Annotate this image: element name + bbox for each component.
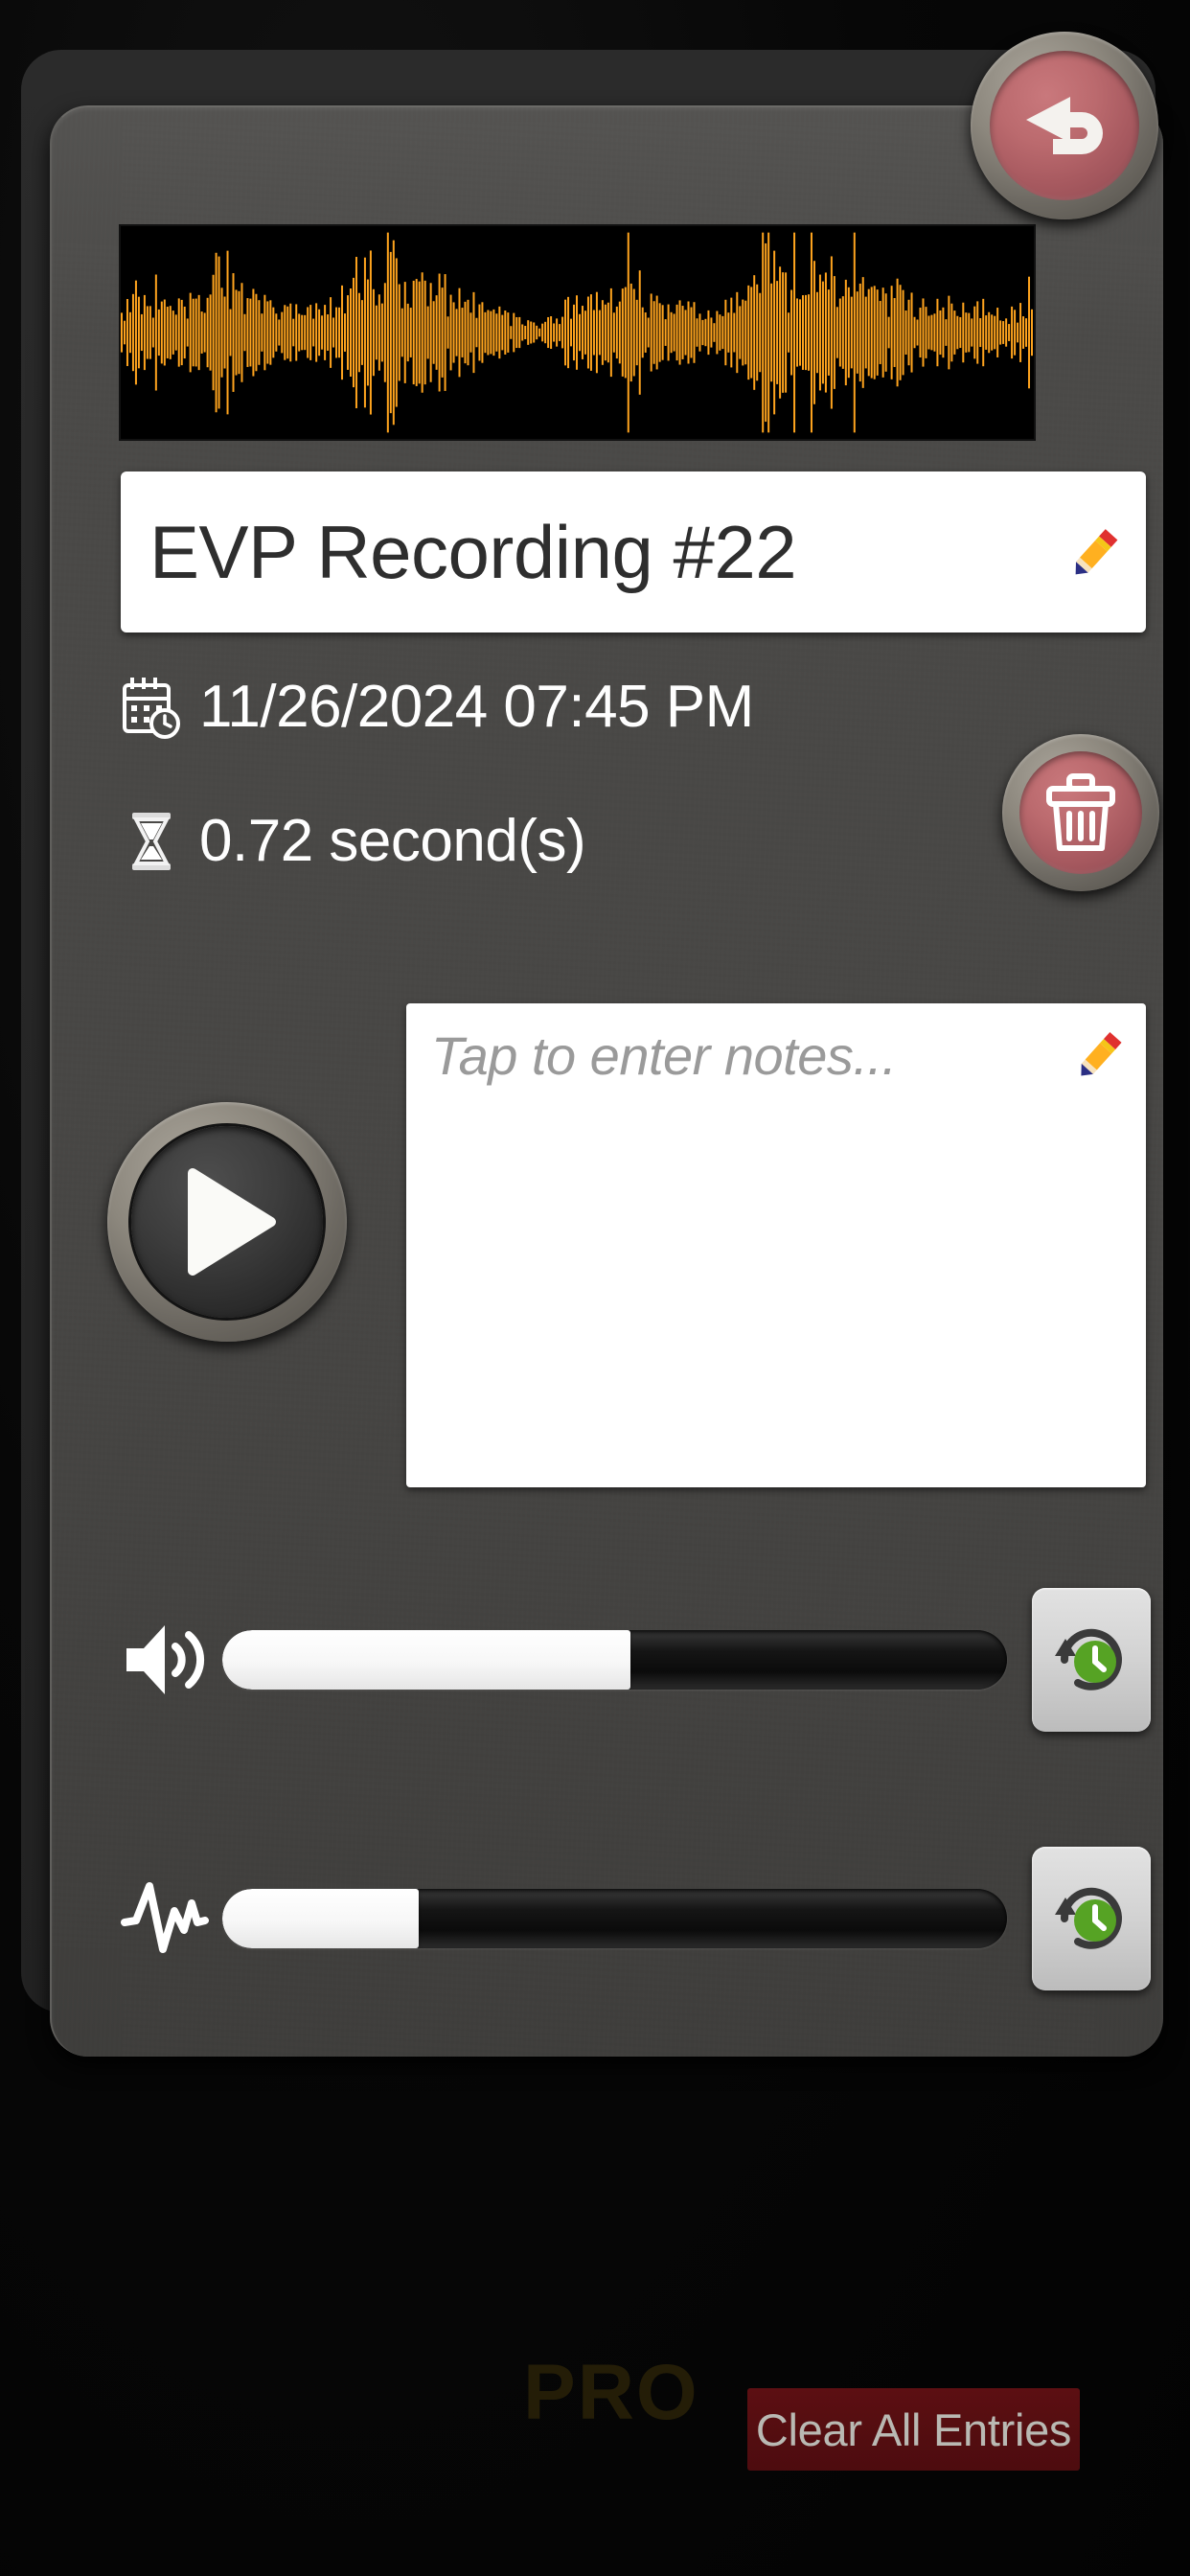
- reset-clock-icon: [1055, 1628, 1122, 1690]
- volume-slider-fill: [222, 1630, 630, 1690]
- delete-button[interactable]: [1002, 734, 1159, 891]
- recording-title-field[interactable]: EVP Recording #22: [121, 472, 1146, 632]
- speaker-volume-icon: [126, 1625, 205, 1694]
- recording-duration-row: 0.72 second(s): [121, 807, 586, 875]
- sensitivity-control-row: [121, 1847, 1151, 1990]
- sensitivity-slider[interactable]: [222, 1889, 1007, 1948]
- audio-waveform-icon: [121, 232, 1034, 433]
- notes-field[interactable]: Tap to enter notes...: [406, 1003, 1146, 1487]
- delete-button-face: [1019, 751, 1142, 874]
- clear-all-entries-button[interactable]: Clear All Entries: [747, 2388, 1080, 2471]
- notes-placeholder-text: Tap to enter notes...: [431, 1025, 897, 1086]
- back-button-face: [990, 51, 1139, 200]
- undo-arrow-icon: [1026, 97, 1103, 154]
- recording-date-text: 11/26/2024 07:45 PM: [199, 674, 754, 740]
- sensitivity-slider-fill: [222, 1889, 419, 1948]
- volume-reset-button[interactable]: [1032, 1588, 1151, 1732]
- play-button[interactable]: [107, 1102, 347, 1342]
- notes-placeholder-row: Tap to enter notes...: [431, 1024, 1125, 1087]
- pulse-waveform-icon: [121, 1882, 209, 1953]
- trash-icon: [1046, 773, 1115, 851]
- volume-control-row: [121, 1588, 1151, 1732]
- device-shell: EVP Recording #22 11/26/2024 07:45 PM 0.…: [21, 50, 1163, 2057]
- pro-watermark: PRO: [523, 2349, 699, 2436]
- pencil-icon[interactable]: [1069, 522, 1121, 582]
- play-icon: [188, 1168, 276, 1276]
- sensitivity-reset-button[interactable]: [1032, 1847, 1151, 1990]
- waveform-display[interactable]: [119, 224, 1036, 441]
- clear-all-entries-label: Clear All Entries: [755, 2404, 1072, 2455]
- recording-title-text: EVP Recording #22: [149, 509, 797, 594]
- pencil-icon[interactable]: [1075, 1024, 1125, 1084]
- calendar-clock-icon: [123, 677, 180, 739]
- recording-date-row: 11/26/2024 07:45 PM: [121, 673, 754, 741]
- app-screen: EVP Recording #22 11/26/2024 07:45 PM 0.…: [0, 0, 1190, 2576]
- play-button-face: [131, 1126, 323, 1318]
- back-button[interactable]: [971, 32, 1158, 219]
- recording-duration-text: 0.72 second(s): [199, 808, 586, 874]
- recording-detail-panel: EVP Recording #22 11/26/2024 07:45 PM 0.…: [50, 105, 1163, 2057]
- reset-clock-icon: [1055, 1887, 1122, 1949]
- volume-slider[interactable]: [222, 1630, 1007, 1690]
- hourglass-icon: [132, 812, 171, 870]
